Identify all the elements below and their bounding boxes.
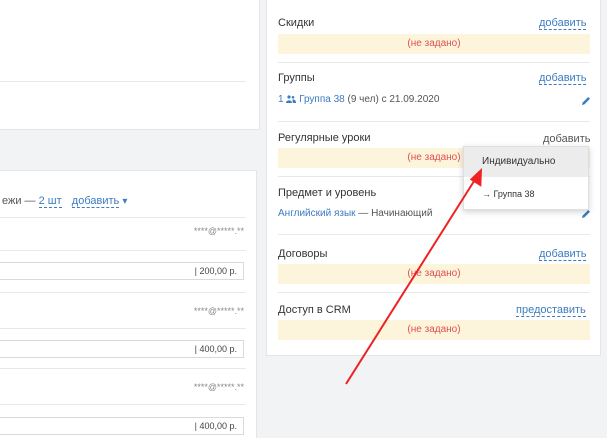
payment-row-divider-2a: [0, 328, 246, 329]
contracts-empty: (не задано): [278, 264, 590, 284]
payment-amount-3: | 400,00 р.: [0, 417, 244, 435]
edit-group-pencil-icon[interactable]: [580, 95, 592, 107]
discounts-divider: [278, 62, 590, 63]
level-text: — Начинающий: [358, 208, 433, 219]
add-contract-button[interactable]: добавить: [539, 248, 587, 261]
payment-amount-1: | 200,00 р.: [0, 262, 244, 280]
payment-row-divider-2b: [0, 368, 246, 369]
subject-title: Предмет и уровень: [278, 187, 377, 199]
discounts-title: Скидки: [278, 17, 315, 29]
lesson-type-dropdown: Индивидуально → Группа 38: [463, 146, 589, 210]
payment-row-divider-1a: [0, 250, 246, 251]
group-link[interactable]: Группа 38: [299, 94, 345, 105]
payments-header-divider: [0, 217, 246, 218]
add-group-button[interactable]: добавить: [539, 72, 587, 85]
payment-masked-2: ****@*****.**: [193, 306, 244, 316]
payment-row-divider-1b: [0, 292, 246, 293]
payment-masked-1: ****@*****.**: [193, 226, 244, 236]
add-payment-button[interactable]: добавить: [71, 195, 120, 208]
payment-amount-2: | 400,00 р.: [0, 340, 244, 358]
discounts-empty: (не задано): [278, 34, 590, 54]
payment-row-divider-3a: [0, 404, 246, 405]
language-link[interactable]: Английский язык: [278, 208, 356, 219]
chevron-down-icon[interactable]: ▾: [122, 196, 127, 207]
contracts-title: Договоры: [278, 248, 328, 260]
dropdown-item-individual[interactable]: Индивидуально: [464, 147, 588, 177]
groups-title: Группы: [278, 72, 315, 84]
grant-crm-access-button[interactable]: предоставить: [516, 304, 586, 317]
add-discount-button[interactable]: добавить: [539, 17, 587, 30]
regular-lessons-title: Регулярные уроки: [278, 132, 371, 144]
payments-card: [0, 170, 257, 438]
subject-divider: [278, 234, 590, 235]
crm-empty: (не задано): [278, 320, 590, 340]
add-regular-lesson-button[interactable]: добавить: [543, 133, 590, 145]
payments-header: ежи — 2 шт добавить ▾: [2, 195, 127, 208]
group-meta: (9 чел) с 21.09.2020: [347, 94, 440, 105]
crm-title: Доступ в CRM: [278, 304, 351, 316]
contracts-divider: [278, 292, 590, 293]
payments-count-link[interactable]: 2 шт: [38, 195, 62, 208]
group-count: 1: [278, 94, 284, 105]
groups-divider: [278, 121, 590, 122]
payment-masked-3: ****@*****.**: [193, 382, 244, 392]
left-top-divider: [0, 81, 246, 82]
users-icon: [286, 95, 297, 103]
group-item: 1 Группа 38 (9 чел) с 21.09.2020: [278, 94, 439, 105]
dropdown-item-group[interactable]: → Группа 38: [464, 181, 588, 207]
subject-value: Английский язык — Начинающий: [278, 208, 432, 219]
left-top-card: [0, 0, 260, 130]
payments-label: ежи —: [2, 195, 36, 207]
